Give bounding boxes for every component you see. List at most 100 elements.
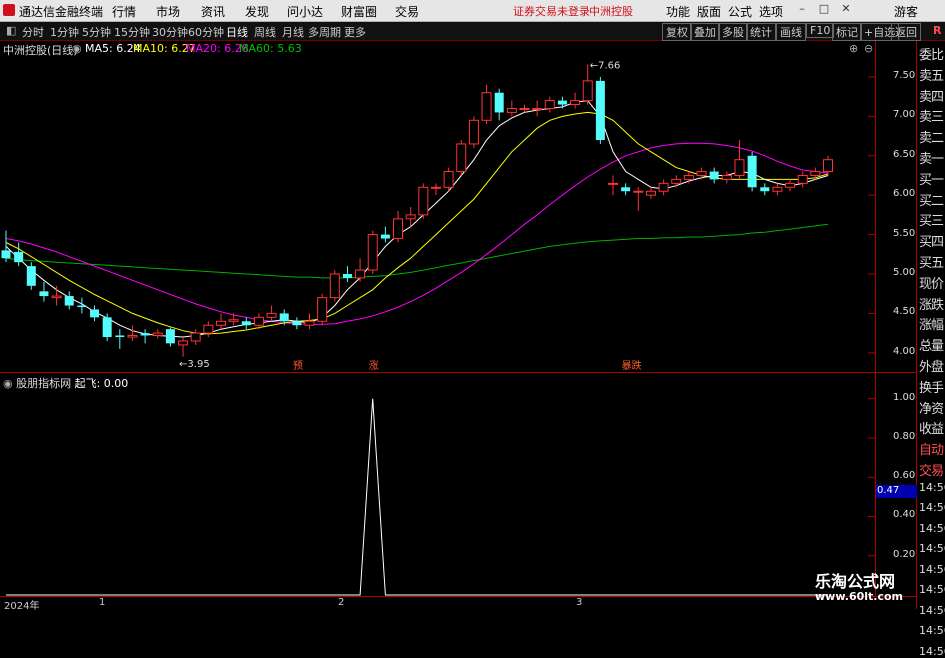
sidebar-item[interactable]: 14:56	[919, 481, 945, 494]
sidebar-item[interactable]: 涨跌	[919, 294, 944, 313]
candle-body	[279, 313, 289, 322]
candle-body	[77, 305, 87, 308]
candlestick-chart[interactable]: ←7.66 ←3.95 预 涨 暴跌	[0, 41, 875, 372]
sidebar-item[interactable]: 交易	[919, 460, 944, 479]
sidebar-item[interactable]: 买五	[919, 252, 944, 271]
sidebar-item[interactable]: 收益	[919, 418, 944, 437]
candle-body	[621, 187, 631, 192]
candle-body	[823, 159, 833, 173]
sidebar-item[interactable]: 卖三	[919, 106, 944, 125]
candle	[203, 321, 214, 338]
tab-period-multi[interactable]: 多周期	[308, 24, 341, 40]
candle	[127, 325, 138, 341]
overlay-button[interactable]: 叠加	[690, 23, 720, 41]
candle	[430, 183, 441, 196]
tab-period-30min[interactable]: 30分钟	[152, 24, 188, 40]
tab-period-60min[interactable]: 60分钟	[188, 24, 224, 40]
tab-period-5min[interactable]: 5分钟	[82, 24, 111, 40]
sidebar-item[interactable]: 买二	[919, 190, 944, 209]
menu-item-discover[interactable]: 发现	[245, 3, 269, 20]
menu-item-quotes[interactable]: 行情	[112, 3, 136, 20]
sidebar-item[interactable]: 买三	[919, 210, 944, 229]
watermark-url: www.60lt.com	[815, 590, 904, 603]
menu-item-layout[interactable]: 版面	[697, 3, 721, 20]
maximize-icon[interactable]: □	[817, 2, 831, 16]
candle	[39, 281, 49, 302]
menu-item-function[interactable]: 功能	[666, 3, 690, 20]
f10-button[interactable]: F10	[806, 23, 835, 38]
menu-item-news[interactable]: 资讯	[201, 3, 225, 20]
sidebar-item[interactable]: 外盘	[919, 356, 944, 375]
indicator-chart[interactable]	[0, 373, 875, 596]
sidebar-item[interactable]: 总量	[919, 335, 944, 354]
sidebar-item[interactable]: 现价	[919, 273, 944, 292]
candle-body	[544, 100, 555, 109]
sidebar-item[interactable]: 买一	[919, 169, 944, 188]
multi-stock-button[interactable]: 多股	[718, 23, 748, 41]
sidebar-item[interactable]: 14:56	[919, 522, 945, 535]
menu-item-formula[interactable]: 公式	[728, 3, 752, 20]
sidebar-item[interactable]: 14:56	[919, 501, 945, 514]
sidebar-item[interactable]: 卖一	[919, 148, 944, 167]
collapse-icon[interactable]: ◧	[6, 24, 16, 37]
menu-item-wealth[interactable]: 财富圈	[341, 3, 377, 20]
candle	[178, 337, 189, 357]
guest-label[interactable]: 游客	[894, 3, 918, 20]
candle-body	[760, 187, 770, 192]
candle	[760, 183, 770, 196]
tab-period-daily[interactable]: 日线	[226, 24, 248, 40]
candle-body	[393, 218, 404, 240]
sidebar-item[interactable]: 14:56	[919, 583, 945, 596]
ma20-line	[5, 142, 829, 325]
draw-line-button[interactable]: 画线	[776, 23, 806, 41]
login-warning[interactable]: 证券交易未登录	[513, 3, 590, 19]
minimize-icon[interactable]: –	[795, 2, 809, 16]
tab-period-more[interactable]: 更多	[344, 24, 366, 40]
menu-item-ask[interactable]: 问小达	[287, 3, 323, 20]
sidebar-item[interactable]: 换手	[919, 377, 944, 396]
candle-body	[140, 333, 150, 336]
tab-period-monthly[interactable]: 月线	[282, 24, 304, 40]
restore-rights-button[interactable]: 复权	[662, 23, 692, 41]
candle	[671, 175, 682, 188]
candle-body	[810, 171, 821, 176]
sidebar-item[interactable]: 14:56	[919, 542, 945, 555]
mark-button[interactable]: 标记	[832, 23, 862, 41]
menu-item-trade[interactable]: 交易	[395, 3, 419, 20]
candle	[304, 313, 315, 330]
y-tick-label: 5.00	[893, 266, 916, 278]
candle-body	[152, 332, 163, 336]
candle	[519, 104, 530, 113]
menu-item-market[interactable]: 市场	[156, 3, 180, 20]
sidebar-item[interactable]: 买四	[919, 231, 944, 250]
sidebar-item[interactable]: 涨幅	[919, 314, 944, 333]
candle-body	[671, 178, 682, 184]
sidebar-item[interactable]: 14:56	[919, 645, 945, 658]
tab-period-intraday[interactable]: 分时	[22, 24, 44, 40]
sidebar-item[interactable]: 卖二	[919, 127, 944, 146]
low-price-annotation: ←3.95	[179, 359, 210, 370]
candle-body	[570, 100, 581, 106]
menu-item-options[interactable]: 选项	[759, 3, 783, 20]
close-icon[interactable]: ✕	[839, 2, 853, 16]
sidebar-item[interactable]: 自动	[919, 439, 944, 458]
tab-period-1min[interactable]: 1分钟	[50, 24, 79, 40]
sidebar-item[interactable]: 卖四	[919, 86, 944, 105]
sidebar-item[interactable]: 卖五	[919, 65, 944, 84]
candle-body	[747, 155, 757, 188]
back-button[interactable]: 返回	[891, 23, 921, 41]
sidebar-item[interactable]: 净资	[919, 398, 944, 417]
sidebar-item[interactable]: 委比	[919, 44, 944, 63]
sidebar-item[interactable]: 14:56	[919, 563, 945, 576]
statistics-button[interactable]: 统计	[746, 23, 776, 41]
candle-body	[1, 250, 11, 259]
candle	[456, 140, 467, 176]
candle-body	[418, 186, 429, 216]
month-label-3: 3	[576, 597, 583, 608]
tab-period-15min[interactable]: 15分钟	[114, 24, 150, 40]
candle	[1, 230, 11, 263]
candle-body	[608, 182, 619, 185]
sidebar-item[interactable]: 14:56	[919, 604, 945, 617]
sidebar-item[interactable]: 14:56	[919, 624, 945, 637]
tab-period-weekly[interactable]: 周线	[254, 24, 276, 40]
